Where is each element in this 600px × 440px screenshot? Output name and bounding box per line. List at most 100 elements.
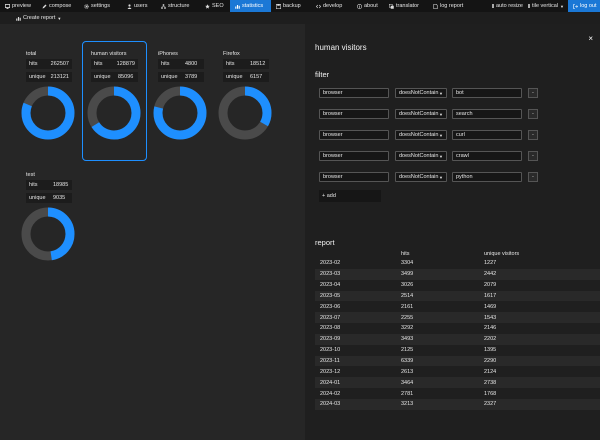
nav-seo[interactable]: SEO xyxy=(200,0,230,12)
unique-value: 9035 xyxy=(53,195,66,201)
logout-icon xyxy=(573,3,578,9)
create-report-button[interactable]: Create report ▼ xyxy=(0,12,66,24)
hits-cell: 3213 xyxy=(401,398,484,410)
filter-operator-select[interactable]: doesNotContain ▼ xyxy=(395,109,447,119)
nav-compose[interactable]: compose xyxy=(37,0,79,12)
month-cell: 2023-10 xyxy=(320,347,341,354)
filter-value-input[interactable]: bot xyxy=(452,88,522,98)
auto-resize-checkbox[interactable] xyxy=(492,4,494,8)
close-icon[interactable]: × xyxy=(588,34,593,43)
caret-down-icon: ▼ xyxy=(439,90,443,96)
filter-field-input[interactable]: browser xyxy=(319,109,389,119)
month-cell: 2023-11 xyxy=(315,355,401,367)
month-cell: 2024-01 xyxy=(315,377,401,389)
month-cell: 2023-12 xyxy=(320,368,341,375)
unique-cell: 2327 xyxy=(484,398,600,410)
donut-chart xyxy=(153,86,207,140)
column-header-unique: unique visitors xyxy=(484,250,520,257)
remove-filter-button[interactable]: - xyxy=(528,109,538,119)
caret-down-icon: ▼ xyxy=(559,3,564,9)
remove-filter-button[interactable]: - xyxy=(528,88,538,98)
month-cell: 2023-06 xyxy=(320,303,341,310)
structure-icon xyxy=(161,3,166,9)
logout-button[interactable]: log out xyxy=(568,0,600,12)
month-cell: 2023-05 xyxy=(315,290,401,302)
hits-cell: 2613 xyxy=(401,368,414,375)
month-cell: 2024-02 xyxy=(320,390,341,397)
report-card-firefox[interactable]: Firefox hits 18512 unique 6157 xyxy=(217,45,275,159)
filter-operator-select[interactable]: doesNotContain ▼ xyxy=(395,172,447,182)
table-row: 2023-06 2161 1469 xyxy=(315,301,600,312)
filter-operator-select[interactable]: doesNotContain ▼ xyxy=(395,130,447,140)
filter-field-input[interactable]: browser xyxy=(319,151,389,161)
filter-row: browser doesNotContain ▼ search - xyxy=(319,109,538,119)
hits-row: hits 4800 xyxy=(158,59,204,69)
remove-filter-button[interactable]: - xyxy=(528,172,538,182)
unique-cell: 2124 xyxy=(484,368,497,375)
add-filter-button[interactable]: + add xyxy=(319,190,381,202)
nav-about[interactable]: about xyxy=(352,0,384,12)
report-card-iphones[interactable]: iPhones hits 4800 unique 3789 xyxy=(152,45,210,159)
table-row: 2023-12 2613 2124 xyxy=(315,366,600,377)
hits-value: 262507 xyxy=(50,61,69,67)
star-icon xyxy=(205,3,210,9)
remove-filter-button[interactable]: - xyxy=(528,151,538,161)
hits-cell: 6339 xyxy=(401,355,484,367)
filter-value-input[interactable]: curl xyxy=(452,130,522,140)
unique-value: 213121 xyxy=(50,74,69,80)
filter-operator-select[interactable]: doesNotContain ▼ xyxy=(395,151,447,161)
nav-translator[interactable]: translator xyxy=(384,0,428,12)
nav-log-report[interactable]: log report xyxy=(428,0,468,12)
unique-row: unique 6157 xyxy=(223,72,269,82)
nav-preview[interactable]: preview xyxy=(0,0,37,12)
unique-value: 85096 xyxy=(118,74,134,80)
filter-field-input[interactable]: browser xyxy=(319,130,389,140)
filter-field-input[interactable]: browser xyxy=(319,172,389,182)
table-row: 2023-11 6339 2290 xyxy=(315,355,600,367)
caret-down-icon: ▼ xyxy=(439,111,443,117)
report-card-total[interactable]: total hits 262507 unique 213121 xyxy=(20,45,78,159)
nav-settings[interactable]: settings xyxy=(79,0,122,12)
card-title: human visitors xyxy=(91,51,127,57)
layout-checkbox[interactable] xyxy=(528,4,530,8)
sub-navigation: Create report ▼ xyxy=(0,12,600,24)
remove-filter-button[interactable]: - xyxy=(528,130,538,140)
hits-cell: 2514 xyxy=(401,290,484,302)
table-row: 2023-08 3292 2146 xyxy=(315,323,600,334)
month-cell: 2023-03 xyxy=(315,268,401,280)
monitor-icon xyxy=(5,3,10,9)
unique-row: unique 85096 xyxy=(91,72,138,82)
month-cell: 2023-07 xyxy=(315,312,401,324)
layout-select[interactable]: tile vertical ▼ xyxy=(523,0,568,12)
card-title: test xyxy=(26,172,35,178)
compose-icon xyxy=(42,4,47,9)
unique-cell: 2738 xyxy=(484,377,600,389)
report-card-human-visitors[interactable]: human visitors hits 128879 unique 85096 xyxy=(82,41,147,161)
filter-operator-select[interactable]: doesNotContain ▼ xyxy=(395,88,447,98)
unique-cell: 2202 xyxy=(484,333,600,345)
caret-down-icon: ▼ xyxy=(439,174,443,180)
file-icon xyxy=(433,3,438,9)
card-title: total xyxy=(26,51,37,57)
filter-field-input[interactable]: browser xyxy=(319,88,389,98)
month-cell: 2023-04 xyxy=(320,282,341,289)
card-title: iPhones xyxy=(158,51,178,57)
unique-cell: 1227 xyxy=(484,260,497,267)
unique-cell: 2290 xyxy=(484,355,600,367)
hits-value: 18985 xyxy=(53,182,69,188)
nav-structure[interactable]: structure xyxy=(156,0,200,12)
filter-value-input[interactable]: search xyxy=(452,109,522,119)
auto-resize-toggle[interactable]: auto resize xyxy=(487,0,523,12)
filter-value-input[interactable]: python xyxy=(452,172,522,182)
donut-chart xyxy=(21,86,75,140)
nav-develop[interactable]: develop xyxy=(311,0,352,12)
panel-title: human visitors xyxy=(315,43,367,52)
bar-chart-icon xyxy=(235,4,240,9)
table-row: 2023-04 3026 2079 xyxy=(315,280,600,291)
report-heading: report xyxy=(315,238,335,247)
nav-statistics[interactable]: statistics xyxy=(230,0,271,12)
report-card-test[interactable]: test hits 18985 unique 9035 xyxy=(20,166,78,280)
filter-value-input[interactable]: crawl xyxy=(452,151,522,161)
nav-backup[interactable]: backup xyxy=(271,0,311,12)
nav-users[interactable]: users xyxy=(122,0,156,12)
